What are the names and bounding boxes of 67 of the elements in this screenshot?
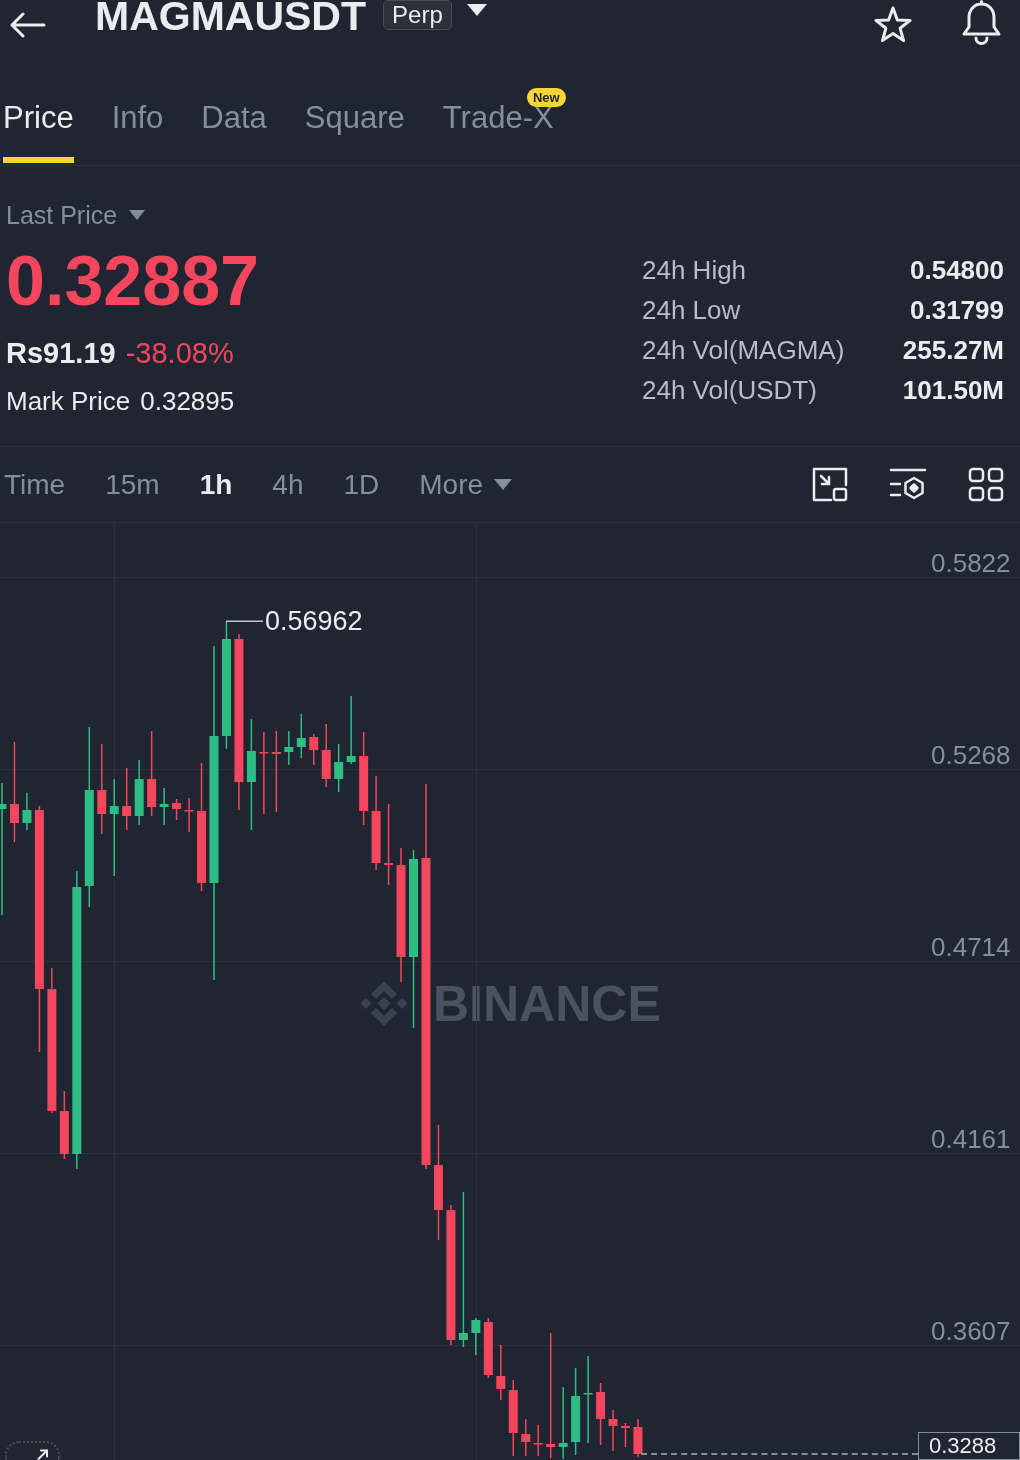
interval-tab[interactable]: 1h (199, 466, 233, 503)
mark-price-label: Mark Price (6, 385, 131, 418)
price-axis-label: 0.5268 (931, 741, 1011, 769)
stat-label: 24h Vol(MAGMA) (642, 334, 846, 367)
price-axis-label: 0.5822 (931, 549, 1011, 577)
back-arrow-icon[interactable] (10, 11, 46, 39)
interval-tab[interactable]: 1D (343, 466, 380, 503)
interval-tab[interactable]: More (419, 466, 513, 503)
stat-label: 24h High (642, 254, 748, 287)
candle (172, 799, 182, 820)
candle (596, 1383, 606, 1445)
stat-label: 24h Vol(USDT) (642, 374, 818, 407)
stat-value: 101.50M (902, 374, 1004, 407)
candle (621, 1423, 630, 1447)
interval-tab[interactable]: Time (4, 466, 66, 503)
candle (346, 696, 356, 764)
mark-price-value: 0.32895 (140, 385, 235, 418)
lines-hexagon-icon[interactable] (889, 467, 927, 502)
arrow-button[interactable] (5, 1441, 60, 1460)
candle (633, 1419, 643, 1457)
current-price-tag: 0.3288 (918, 1432, 1020, 1460)
candle (59, 1091, 69, 1159)
candle (521, 1419, 531, 1456)
star-icon[interactable] (873, 5, 913, 45)
contract-type-badge: Perp (383, 0, 452, 30)
candle (608, 1410, 618, 1451)
arrow-icon (37, 1449, 49, 1460)
candle (471, 1318, 481, 1355)
tab[interactable]: Square (304, 98, 405, 163)
candle (558, 1387, 568, 1459)
candle (334, 744, 344, 792)
tab[interactable]: Info (111, 98, 164, 163)
candle (184, 798, 194, 832)
bell-icon[interactable] (960, 0, 1003, 45)
stat-label: 24h Low (642, 294, 742, 327)
price-axis-label: 0.3607 (931, 1317, 1011, 1345)
candle (321, 724, 331, 787)
candle (134, 760, 144, 825)
price-type-dropdown[interactable]: Last Price (6, 200, 146, 230)
price-axis-label: 0.4714 (931, 933, 1011, 961)
candle (22, 793, 32, 830)
price-change: -38.08% (125, 336, 234, 371)
candle (122, 768, 132, 830)
candle (159, 788, 169, 825)
tab[interactable]: Data (201, 98, 267, 163)
stat-value: 255.27M (902, 334, 1004, 367)
candle (309, 734, 319, 765)
interval-tab[interactable]: 4h (272, 466, 304, 503)
candle (284, 731, 294, 765)
grid-icon[interactable] (968, 467, 1004, 502)
fiat-price: Rs91.19 (6, 336, 116, 371)
candle (496, 1345, 506, 1400)
tab[interactable]: Price (3, 98, 74, 163)
price-axis-label: 0.4161 (931, 1125, 1011, 1153)
candle (483, 1318, 493, 1378)
interval-tab[interactable]: 15m (105, 466, 160, 503)
stat-value: 0.31799 (909, 294, 1004, 327)
last-price: 0.32887 (6, 246, 260, 316)
leader-line (226, 620, 263, 622)
caret-icon[interactable] (466, 4, 487, 16)
pair-title: MAGMAUSDT (95, 0, 367, 32)
new-badge: New (526, 88, 566, 107)
candle (296, 714, 306, 758)
candle (533, 1425, 543, 1456)
arrow-box-icon[interactable] (812, 467, 848, 502)
stat-value: 0.54800 (909, 254, 1004, 287)
high-price-label: 0.56962 (265, 606, 363, 636)
